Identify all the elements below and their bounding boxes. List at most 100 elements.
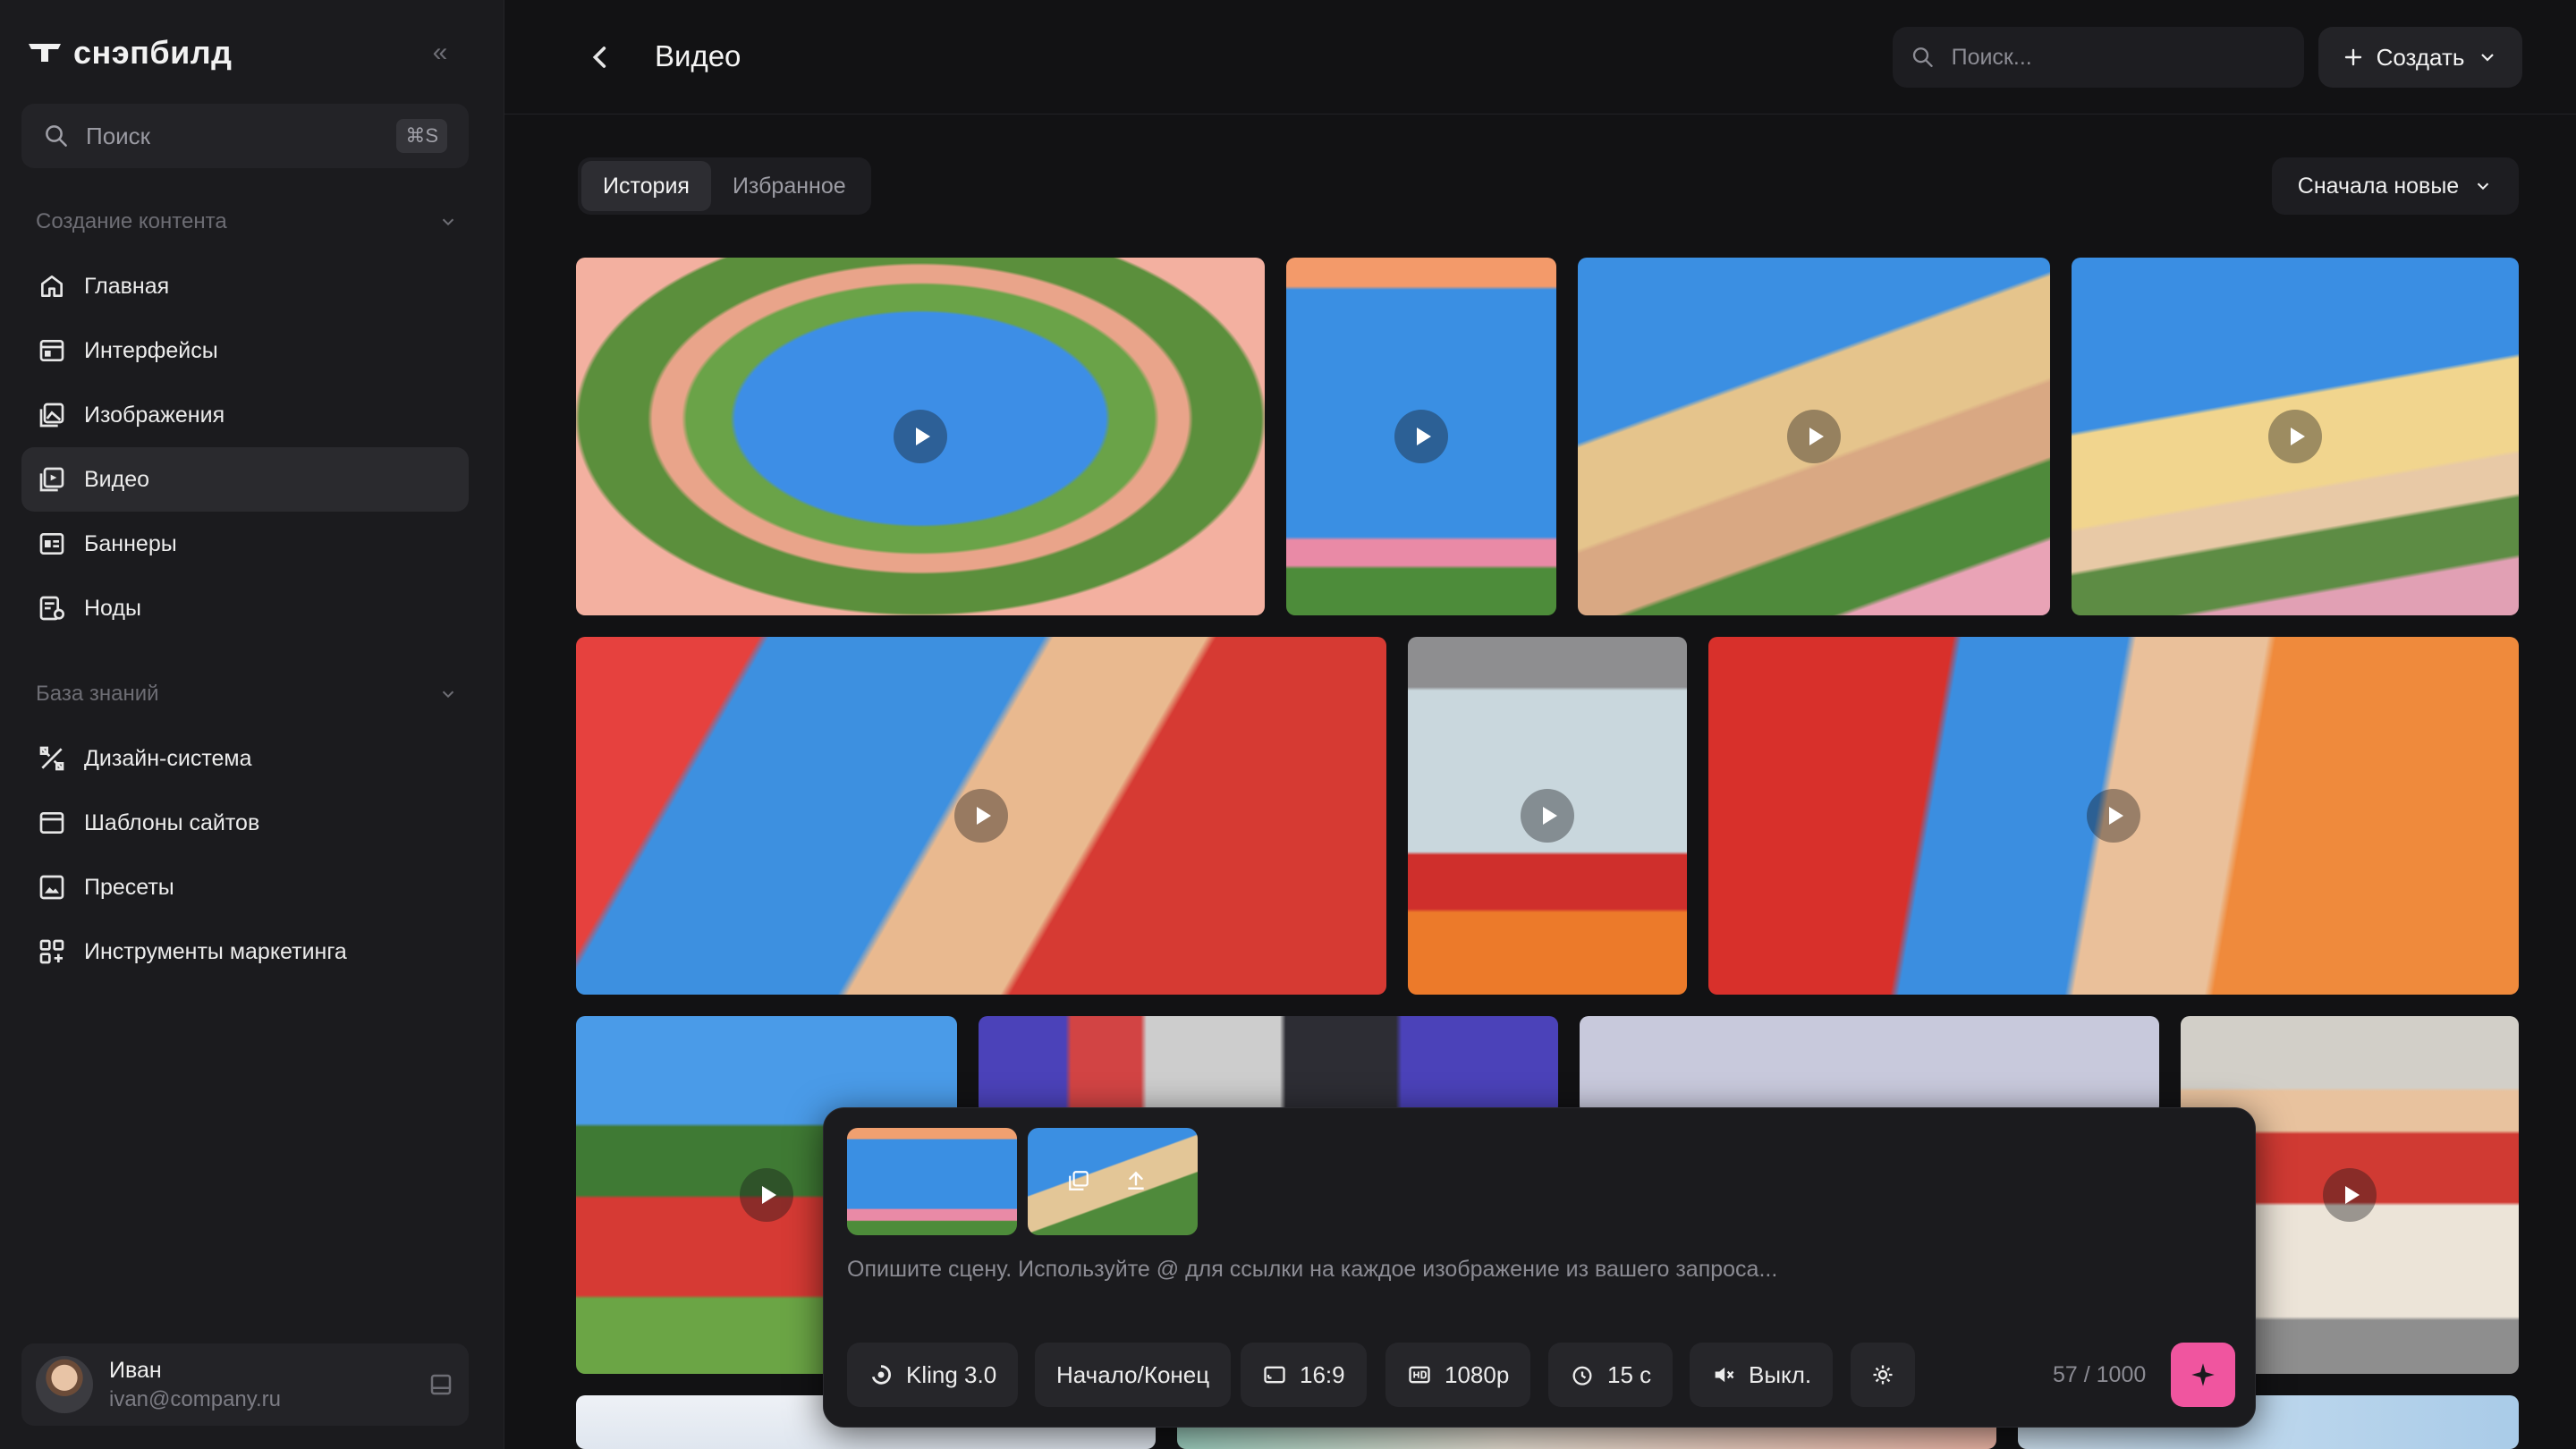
prompt-composer: Опишите сцену. Используйте @ для ссылки … [823,1107,2256,1428]
play-icon [1394,410,1448,463]
chevron-down-icon [442,691,454,699]
sidebar-item-label: Главная [84,273,170,299]
plus-icon [2344,48,2361,66]
tab-favorites[interactable]: Избранное [711,161,868,211]
sidebar-item-label: Интерфейсы [84,337,218,363]
model-selector[interactable]: Kling 3.0 [847,1343,1019,1407]
search-shortcut-badge: ⌘S [396,119,447,153]
sparkle-icon [2191,1363,2215,1386]
sidebar-item-home[interactable]: Главная [21,254,469,318]
sidebar-item-label: Дизайн-система [84,745,252,771]
page-title: Видео [655,39,741,72]
user-name: Иван [109,1357,162,1383]
video-thumbnail[interactable] [1708,637,2519,995]
collapse-sidebar-icon[interactable]: « [424,39,456,72]
sidebar-item-images[interactable]: Изображения [21,383,469,447]
grid-plus-icon [39,939,64,964]
mode-selector[interactable]: Начало/Конец [1035,1343,1232,1407]
aspect-ratio-selector[interactable]: 16:9 [1241,1343,1367,1407]
browser-window-icon [39,812,64,834]
section-knowledge-base[interactable]: База знаний [36,682,458,707]
brand-name: снэпбилд [73,34,233,71]
section-content-creation[interactable]: Создание контента [36,209,458,234]
aspect-ratio-label: 16:9 [1300,1360,1345,1388]
settings-button[interactable] [1851,1343,1915,1407]
prompt-input[interactable]: Опишите сцену. Используйте @ для ссылки … [847,1257,1777,1283]
mute-icon [1715,1367,1734,1383]
resolution-label: 1080p [1445,1360,1510,1388]
sidebar-item-site-templates[interactable]: Шаблоны сайтов [21,791,469,855]
duration-selector[interactable]: 15 с [1548,1343,1674,1407]
video-thumbnail[interactable] [2072,258,2519,615]
section-knowledge-label: База знаний [36,682,159,706]
play-icon [2268,410,2322,463]
sidebar-item-video[interactable]: Видео [21,447,469,512]
logo-icon [29,44,61,62]
avatar[interactable] [36,1356,93,1413]
sidebar-item-label: Ноды [84,595,141,621]
sidebar-search[interactable]: Поиск ⌘S [21,104,469,168]
video-thumbnail[interactable] [1580,1016,2159,1114]
brand[interactable]: снэпбилд [29,34,232,72]
video-thumbnail[interactable] [576,258,1265,615]
generate-button[interactable] [2171,1343,2235,1407]
character-counter: 57 / 1000 [2053,1362,2147,1387]
end-frame-thumbnail[interactable] [1028,1128,1198,1235]
user-profile-card[interactable]: Иван ivan@company.ru [21,1343,469,1426]
user-email: ivan@company.ru [109,1386,281,1411]
video-thumbnail[interactable] [576,637,1386,995]
nodes-icon [39,596,64,621]
sidebar-item-label: Шаблоны сайтов [84,809,260,835]
sidebar-search-placeholder: Поиск [86,122,151,149]
sidebar-item-label: Видео [84,466,150,492]
play-icon [1521,789,1574,843]
chevron-down-icon [2478,182,2489,191]
upload-icon[interactable] [1124,1169,1148,1192]
preset-image-icon [39,875,64,900]
sidebar-item-presets[interactable]: Пресеты [21,855,469,919]
duration-label: 15 с [1607,1360,1652,1388]
sidebar-item-marketing-tools[interactable]: Инструменты маркетинга [21,919,469,984]
resolution-selector[interactable]: 1080p [1385,1343,1531,1407]
create-button-label: Создать [2376,43,2465,71]
model-icon [871,1365,892,1385]
header-search[interactable] [1893,27,2304,88]
gear-icon [1873,1365,1893,1385]
play-icon [740,1168,793,1222]
play-icon [954,789,1008,843]
sidebar: снэпбилд « Поиск ⌘S Создание контента Гл… [0,0,504,1449]
create-button[interactable]: Создать [2318,27,2522,88]
banner-icon [39,533,64,555]
start-frame-thumbnail[interactable] [847,1128,1017,1235]
sidebar-item-banners[interactable]: Баннеры [21,512,469,576]
sidebar-item-label: Баннеры [84,530,177,556]
video-thumbnail[interactable] [979,1016,1558,1114]
replace-image-icon[interactable] [1067,1169,1090,1192]
sidebar-item-label: Изображения [84,402,225,428]
images-icon [39,402,64,428]
video-thumbnail[interactable] [1408,637,1687,995]
search-input[interactable] [1951,44,2286,71]
sort-dropdown[interactable]: Сначала новые [2272,157,2519,215]
panel-toggle-icon[interactable] [428,1371,454,1398]
hd-icon [1409,1366,1430,1384]
chevron-down-icon [2481,54,2495,62]
aspect-ratio-icon [1264,1366,1285,1384]
back-arrow-icon[interactable] [583,39,619,75]
section-content-label: Создание контента [36,209,227,233]
home-icon [41,275,63,297]
sound-toggle[interactable]: Выкл. [1690,1343,1834,1407]
mode-label: Начало/Конец [1056,1360,1210,1388]
play-icon [1787,410,1841,463]
video-thumbnail[interactable] [1578,258,2050,615]
play-icon [894,410,947,463]
sidebar-item-interfaces[interactable]: Интерфейсы [21,318,469,383]
video-thumbnail[interactable] [1286,258,1556,615]
sidebar-item-nodes[interactable]: Ноды [21,576,469,640]
sort-label: Сначала новые [2297,173,2460,199]
sidebar-item-design-system[interactable]: Дизайн-система [21,726,469,791]
sidebar-item-label: Инструменты маркетинга [84,938,347,964]
tab-history[interactable]: История [581,161,711,211]
play-icon [2087,789,2140,843]
design-tools-icon [39,746,64,771]
